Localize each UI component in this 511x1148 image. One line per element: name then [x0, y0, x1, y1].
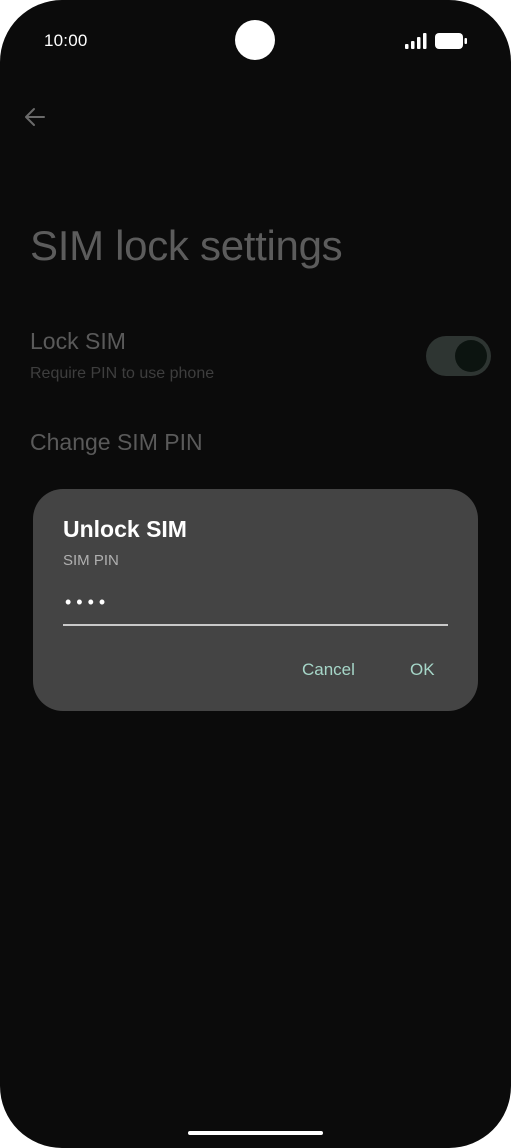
sim-pin-label: SIM PIN: [63, 552, 119, 569]
cancel-button[interactable]: Cancel: [302, 660, 355, 680]
toggle-knob: [455, 340, 487, 372]
lock-sim-title: Lock SIM: [30, 328, 126, 354]
camera-cutout-icon: [235, 20, 275, 60]
lock-sim-setting[interactable]: Lock SIM Require PIN to use phone: [0, 318, 511, 398]
home-indicator[interactable]: [188, 1131, 323, 1135]
status-time: 10:00: [44, 31, 88, 50]
ok-button[interactable]: OK: [410, 660, 435, 680]
lock-sim-toggle[interactable]: [426, 336, 491, 376]
phone-screen: 10:00 SIM lock settings Lock SIM Require…: [0, 0, 511, 1148]
dialog-title: Unlock SIM: [63, 516, 187, 542]
unlock-sim-dialog: Unlock SIM SIM PIN •••• Cancel OK: [33, 489, 478, 711]
sim-pin-value: ••••: [65, 592, 111, 612]
back-arrow-icon: [25, 108, 45, 126]
lock-sim-subtitle: Require PIN to use phone: [30, 365, 215, 382]
sim-pin-input[interactable]: ••••: [63, 588, 448, 626]
back-button[interactable]: [19, 101, 51, 133]
change-sim-pin-setting[interactable]: Change SIM PIN: [30, 429, 203, 456]
page-title: SIM lock settings: [30, 222, 343, 269]
signal-icon: [405, 33, 427, 49]
battery-icon: [435, 33, 467, 49]
status-bar: 10:00: [0, 0, 511, 84]
